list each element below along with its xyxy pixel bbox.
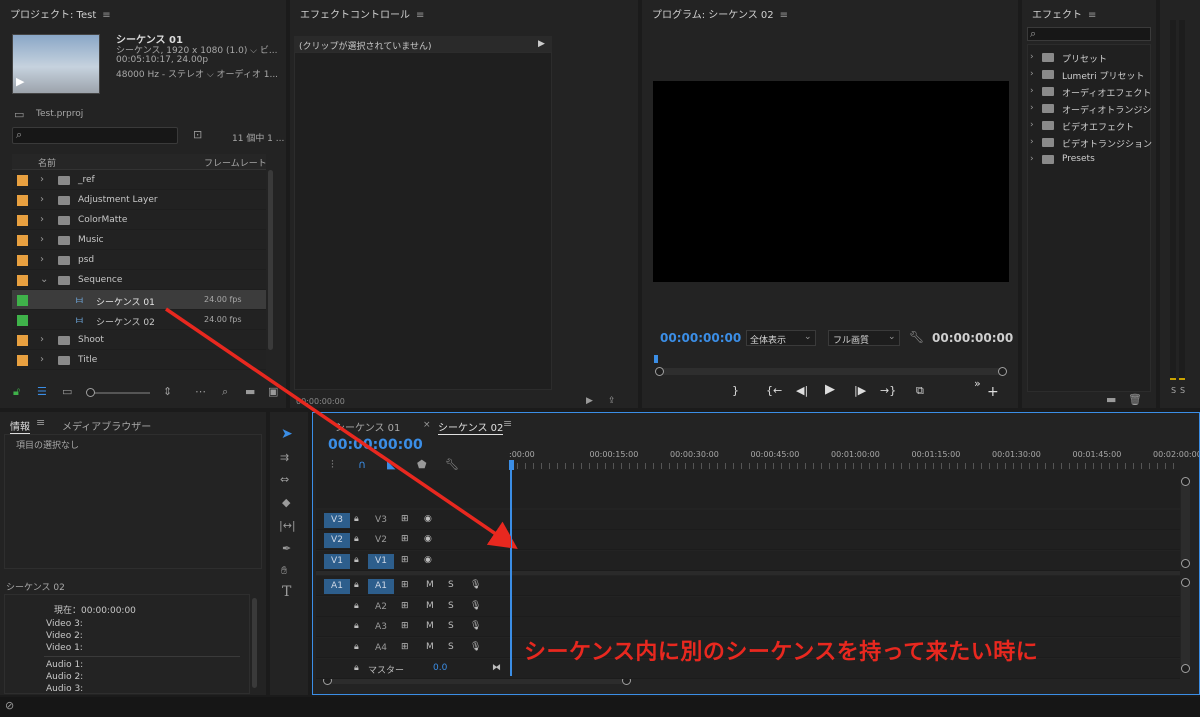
- annotation-arrow: [165, 307, 518, 549]
- timeline-playhead-line: [511, 470, 512, 676]
- annotation-text: シーケンス内に別のシーケンスを持って来たい時に: [524, 640, 1039, 665]
